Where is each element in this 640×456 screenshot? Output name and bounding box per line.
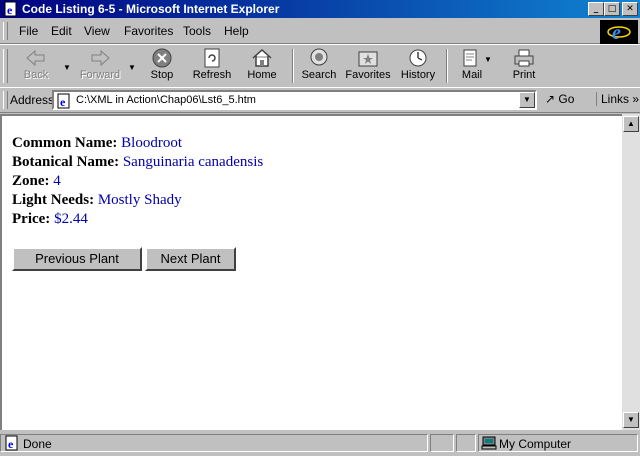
menu-file[interactable]: File — [19, 24, 38, 38]
common-name-value: Bloodroot — [121, 135, 182, 151]
scroll-down-button[interactable]: ▼ — [623, 412, 639, 428]
back-arrow-icon — [26, 49, 45, 67]
svg-text:e: e — [8, 437, 14, 451]
price-label: Price: — [12, 211, 51, 227]
stop-button[interactable]: Stop — [142, 47, 182, 85]
botanical-name-value: Sanguinaria canadensis — [122, 154, 264, 170]
my-computer-icon — [481, 436, 497, 450]
page-icon: e — [57, 93, 70, 109]
print-icon — [514, 49, 534, 67]
zone-value: 4 — [53, 173, 61, 189]
print-button[interactable]: Print — [504, 47, 544, 85]
common-name-row: Common Name: Bloodroot — [12, 134, 182, 152]
zone-label: Zone: — [12, 173, 50, 189]
ie-page-icon: e — [4, 1, 17, 17]
mail-button[interactable]: Mail — [452, 47, 492, 85]
forward-dropdown-icon[interactable]: ▼ — [128, 63, 136, 72]
status-pane-secure — [456, 434, 476, 452]
forward-label: Forward — [79, 69, 121, 81]
common-name-label: Common Name: — [12, 135, 118, 151]
status-bar: e Done My Computer — [0, 433, 640, 454]
status-pane: e Done — [0, 434, 428, 452]
chevron-right-icon: » — [632, 92, 640, 106]
zone-label: My Computer — [499, 437, 572, 451]
forward-arrow-icon — [91, 49, 110, 67]
address-bar: Address e C:\XML in Action\Chap06\Lst6_5… — [0, 87, 640, 113]
title-bar[interactable]: e Code Listing 6-5 - Microsoft Internet … — [0, 0, 640, 18]
back-label: Back — [23, 69, 49, 81]
standard-toolbar: Back ▼ Forward ▼ Stop Refresh Home Searc… — [0, 44, 640, 88]
links-label: Links — [601, 92, 630, 106]
light-needs-value: Mostly Shady — [97, 192, 182, 208]
search-button[interactable]: Search — [298, 47, 340, 85]
search-label: Search — [301, 69, 337, 81]
next-plant-button[interactable]: Next Plant — [145, 247, 236, 271]
links-button[interactable]: Links » — [596, 92, 639, 106]
search-icon — [310, 48, 328, 66]
mail-icon — [463, 49, 477, 67]
vertical-scrollbar[interactable]: ▲ ▼ — [622, 114, 640, 430]
go-button[interactable]: ↗ Go — [545, 92, 574, 106]
address-dropdown-button[interactable]: ▼ — [519, 92, 535, 108]
botanical-name-label: Botanical Name: — [12, 154, 120, 170]
done-page-icon: e — [5, 435, 18, 451]
page-content: Common Name: Bloodroot Botanical Name: S… — [0, 114, 622, 430]
refresh-icon — [204, 48, 220, 68]
address-url: C:\XML in Action\Chap06\Lst6_5.htm — [76, 94, 256, 106]
refresh-button[interactable]: Refresh — [190, 47, 234, 85]
mail-dropdown-icon[interactable]: ▼ — [484, 55, 492, 64]
status-pane-progress — [430, 434, 454, 452]
svg-text:e: e — [60, 95, 66, 109]
mail-label: Mail — [461, 69, 483, 81]
menu-favorites[interactable]: Favorites — [124, 24, 173, 38]
back-button[interactable]: Back — [14, 47, 58, 85]
botanical-name-row: Botanical Name: Sanguinaria canadensis — [12, 153, 263, 171]
history-icon — [409, 49, 427, 67]
refresh-label: Refresh — [192, 69, 232, 81]
address-grip[interactable] — [3, 91, 8, 109]
favorites-icon — [358, 51, 378, 67]
menu-help[interactable]: Help — [224, 24, 249, 38]
svg-text:e: e — [612, 22, 621, 44]
zone-pane: My Computer — [478, 434, 638, 452]
favorites-button[interactable]: Favorites — [344, 47, 392, 85]
window-title: Code Listing 6-5 - Microsoft Internet Ex… — [22, 2, 280, 16]
toolbar-separator — [292, 49, 294, 83]
menu-bar: File Edit View Favorites Tools Help — [0, 19, 640, 44]
ie-logo-icon: e — [600, 20, 638, 44]
stop-icon — [152, 48, 172, 68]
stop-label: Stop — [150, 69, 174, 81]
print-label: Print — [512, 69, 536, 81]
menu-edit[interactable]: Edit — [51, 24, 72, 38]
address-label: Address — [10, 93, 55, 107]
light-needs-label: Light Needs: — [12, 192, 95, 208]
close-button[interactable]: ✕ — [622, 2, 638, 16]
toolbar-separator — [446, 49, 448, 83]
menu-view[interactable]: View — [84, 24, 110, 38]
menu-tools[interactable]: Tools — [183, 24, 211, 38]
scroll-up-button[interactable]: ▲ — [623, 116, 639, 132]
light-needs-row: Light Needs: Mostly Shady — [12, 191, 182, 209]
menu-grip[interactable] — [3, 22, 8, 40]
price-value: $2.44 — [54, 211, 88, 227]
home-button[interactable]: Home — [242, 47, 282, 85]
address-input[interactable]: e C:\XML in Action\Chap06\Lst6_5.htm ▼ — [52, 90, 537, 110]
home-label: Home — [247, 69, 277, 81]
status-text: Done — [23, 437, 52, 451]
zone-row: Zone: 4 — [12, 172, 61, 190]
previous-plant-button[interactable]: Previous Plant — [12, 247, 142, 271]
go-arrow-icon: ↗ — [545, 92, 556, 106]
go-label: Go — [558, 92, 575, 106]
price-row: Price: $2.44 — [12, 210, 88, 228]
forward-button[interactable]: Forward — [74, 47, 126, 85]
back-dropdown-icon[interactable]: ▼ — [63, 63, 71, 72]
favorites-label: Favorites — [345, 69, 391, 81]
history-label: History — [400, 69, 436, 81]
home-icon — [252, 48, 272, 67]
toolbar-grip[interactable] — [3, 49, 8, 83]
svg-text:e: e — [7, 3, 13, 17]
minimize-button[interactable]: _ — [588, 2, 604, 16]
history-button[interactable]: History — [398, 47, 438, 85]
maximize-button[interactable]: □ — [604, 2, 620, 16]
